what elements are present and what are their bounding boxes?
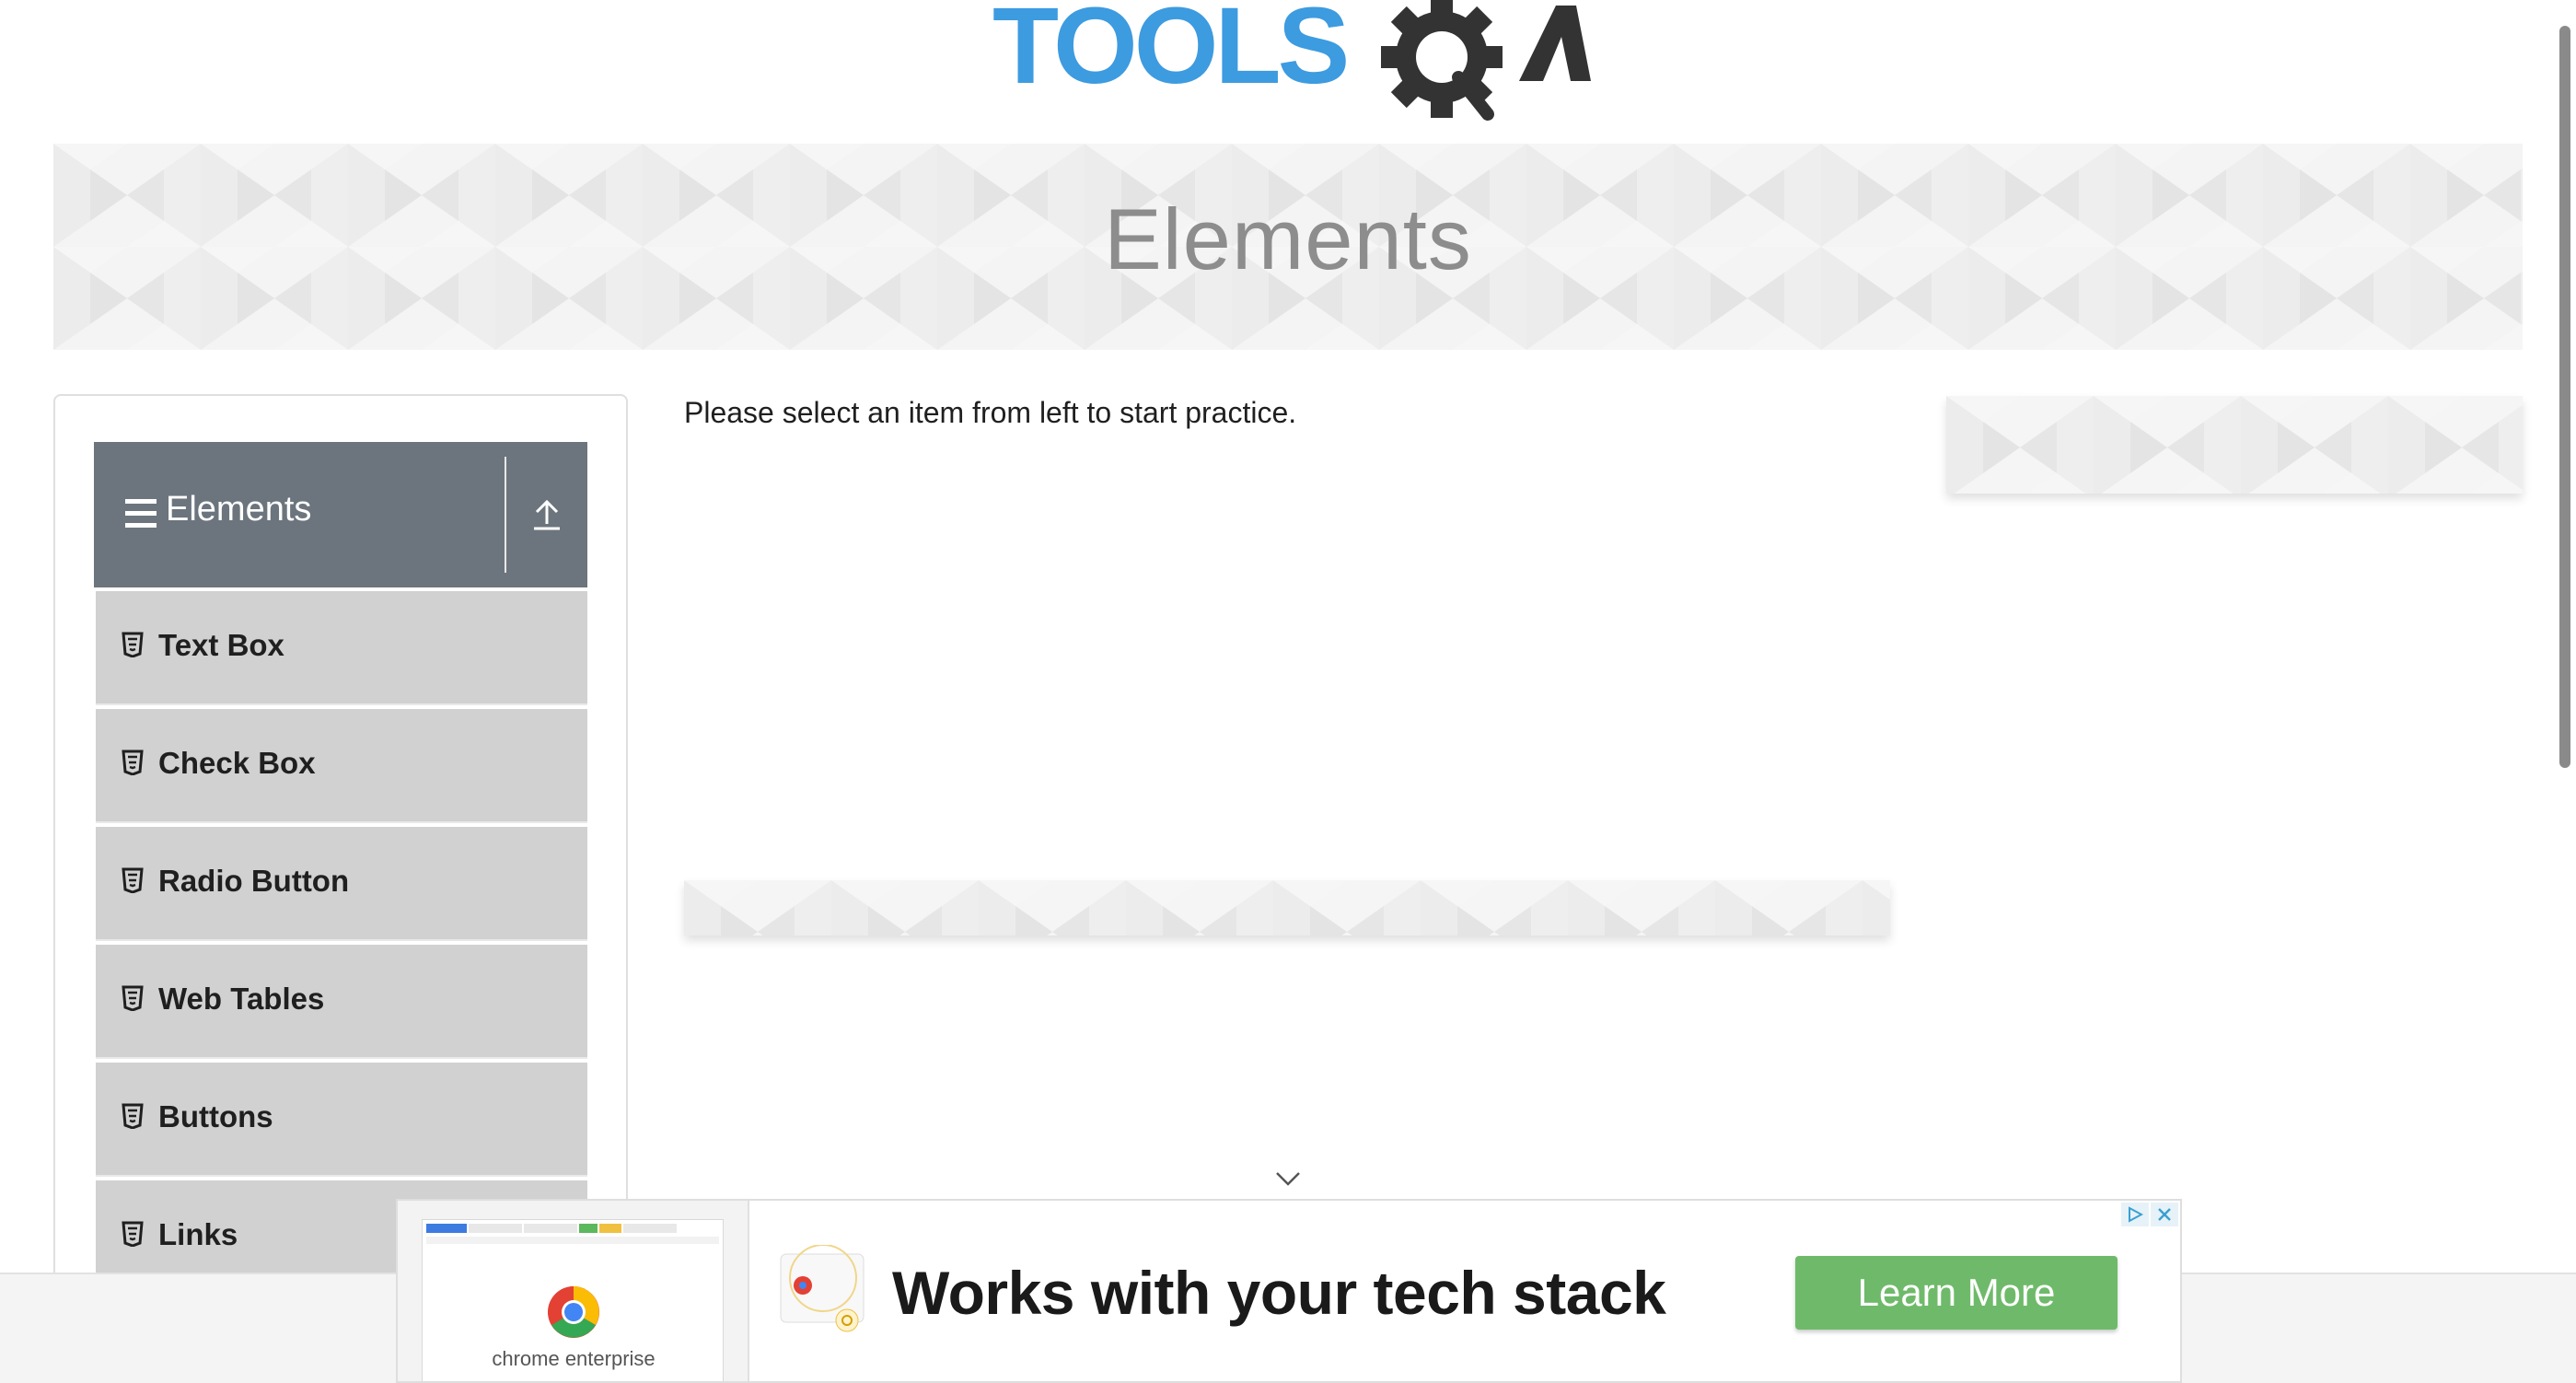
hamburger-icon <box>125 499 157 529</box>
ad-slot-right <box>1946 396 2523 494</box>
collapse-button[interactable] <box>506 442 587 587</box>
learn-more-button[interactable]: Learn More <box>1795 1256 2118 1330</box>
svg-text:TOOLS: TOOLS <box>992 0 1347 107</box>
sidebar-group-header-elements[interactable]: Elements <box>94 442 587 587</box>
html5-icon <box>122 985 144 1011</box>
chevron-down-icon[interactable] <box>1274 1169 1302 1188</box>
sidebar-item-label: Buttons <box>158 1099 273 1133</box>
sidebar-item-radio-button[interactable]: Radio Button <box>96 827 587 941</box>
ad-slot-center <box>684 880 1890 936</box>
sidebar-item-label: Radio Button <box>158 864 350 898</box>
gear-icon <box>1381 0 1503 121</box>
upload-arrow-icon <box>534 499 560 530</box>
sidebar-item-web-tables[interactable]: Web Tables <box>96 945 587 1059</box>
ad-headline[interactable]: Works with your tech stack <box>892 1258 1666 1328</box>
html5-icon <box>122 867 144 893</box>
page-banner: Elements <box>53 144 2523 350</box>
sidebar-item-check-box[interactable]: Check Box <box>96 709 587 823</box>
sidebar-item-label: Web Tables <box>158 982 325 1016</box>
html5-icon <box>122 750 144 775</box>
sidebar-item-label: Check Box <box>158 746 316 780</box>
ad-thumb-label: chrome enterprise <box>492 1347 656 1370</box>
ad-info-icon[interactable] <box>2121 1203 2149 1226</box>
sidebar-item-text-box[interactable]: Text Box <box>96 591 587 705</box>
browser-tabs-icon <box>426 1224 719 1244</box>
page-title: Elements <box>1104 191 1472 287</box>
ad-browser-screenshot: chrome enterprise <box>422 1219 724 1381</box>
html5-icon <box>122 1103 144 1129</box>
ad-banner[interactable]: chrome enterprise Works with your tech s… <box>396 1199 2182 1383</box>
scrollbar[interactable] <box>2559 26 2570 768</box>
page: TOOLS Elements Elements Text Box Check B… <box>0 0 2576 1383</box>
chrome-logo-icon <box>548 1286 599 1338</box>
toolsqa-logo[interactable]: TOOLS <box>992 0 1591 125</box>
sidebar-group-title: Elements <box>166 490 312 529</box>
ad-thumbnail[interactable]: chrome enterprise <box>398 1201 749 1381</box>
close-icon[interactable] <box>2151 1203 2178 1226</box>
sidebar-item-label: Text Box <box>158 628 284 662</box>
ad-choices[interactable] <box>2119 1203 2178 1226</box>
sidebar-menu-list: Text Box Check Box Radio Button Web Tabl… <box>96 591 587 1298</box>
sidebar-item-buttons[interactable]: Buttons <box>96 1063 587 1177</box>
ad-placeholder-pattern <box>1946 396 2523 494</box>
html5-icon <box>122 1221 144 1247</box>
ad-placeholder-pattern <box>684 880 1890 936</box>
sidebar-item-label: Links <box>158 1217 238 1251</box>
html5-icon <box>122 632 144 657</box>
main-message: Please select an item from left to start… <box>684 396 1297 429</box>
chrome-enterprise-small-icon <box>780 1245 864 1332</box>
